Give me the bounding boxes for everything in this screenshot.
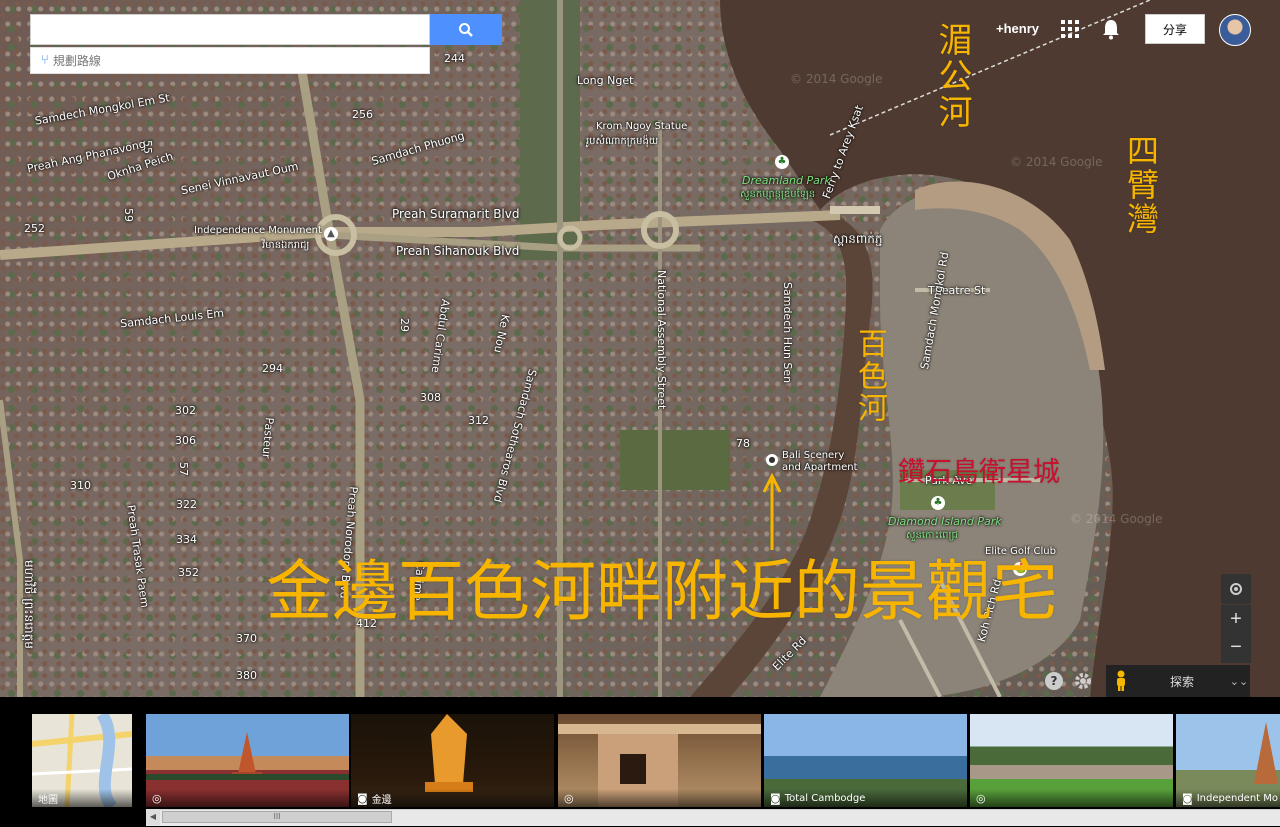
thumb-caption: ◎	[970, 789, 1173, 807]
zoom-in-button[interactable]: +	[1221, 605, 1251, 635]
directions-link[interactable]: ⑂ 規劃路線	[30, 47, 430, 74]
camera-icon: ◙	[357, 791, 368, 805]
search-button[interactable]	[430, 14, 502, 45]
photo-thumbnail[interactable]: ◎	[146, 714, 349, 807]
place-label: Krom Ngoy Statue	[596, 121, 688, 132]
road-label: 322	[176, 498, 197, 511]
watermark: © 2014 Google	[1070, 512, 1163, 526]
road-label: Samdech Hun Sen	[781, 282, 794, 384]
thumb-caption: ◎	[146, 789, 349, 807]
thumb-caption: ◙ 金邊	[351, 789, 554, 807]
place-label: Bali Scenery	[782, 450, 845, 461]
thumb-caption: ◎	[558, 789, 761, 807]
help-icon[interactable]: ?	[1045, 672, 1063, 690]
photo-strip: 地圖 ◎ ◙ 金邊 ◎ ◙ Total Cambodge ◎ ◙ Indepen…	[0, 697, 1280, 827]
photo-thumbnail[interactable]: ◙ 金邊	[351, 714, 554, 807]
road-label: 59	[122, 208, 135, 222]
photo-thumbnail[interactable]: ◎	[558, 714, 761, 807]
place-label: វិមានឯករាជ្យ	[262, 240, 310, 251]
road-label: 370	[236, 632, 257, 645]
road-label: 29	[398, 318, 411, 332]
search-box	[30, 14, 430, 45]
compass-button[interactable]	[1221, 574, 1251, 604]
place-label: Independence Monument	[194, 225, 322, 236]
road-label: 308	[420, 391, 441, 404]
road-label: 256	[352, 108, 373, 121]
thumb-caption: ◙ Independent Mo	[1176, 789, 1280, 807]
road-label: 334	[176, 533, 197, 546]
camera-icon: ◙	[770, 791, 781, 805]
place-label: សួនកម្សាន្តឌ្រីមឡែន	[740, 189, 816, 200]
road-label: មហាវិថី ព្រះនរោត្តម	[22, 560, 36, 649]
search-icon	[459, 22, 473, 37]
road-label: 352	[178, 566, 199, 579]
place-label: រូបសំណាកក្រមង៉ុយ	[586, 136, 659, 147]
road-label: Preah Suramarit Blvd	[392, 207, 520, 221]
thumb-caption: ◙ Total Cambodge	[764, 789, 967, 807]
road-label: 306	[175, 434, 196, 447]
directions-label: 規劃路線	[52, 54, 101, 68]
watermark: © 2014 Google	[1010, 155, 1103, 169]
camera-icon: ◙	[1182, 791, 1193, 805]
place-label: and Apartment	[782, 462, 858, 473]
explore-bar[interactable]: 探索 ⌄⌄	[1106, 665, 1250, 697]
avatar[interactable]	[1219, 14, 1251, 46]
photo-thumbnail[interactable]: ◙ Total Cambodge	[764, 714, 967, 807]
thumb-caption: 地圖	[32, 789, 132, 807]
chevron-down-icon[interactable]: ⌄⌄	[1228, 675, 1250, 688]
search-input[interactable]	[31, 15, 429, 44]
pegman-icon[interactable]	[1106, 665, 1136, 697]
place-label: Long Nget	[577, 74, 634, 87]
road-label: 244	[444, 52, 465, 65]
satellite-map[interactable]: © 2014 Google © 2014 Google © 2014 Googl…	[0, 0, 1280, 697]
road-label: ស្ពានពាក់ភ្ជ	[833, 232, 883, 246]
road-label: National Assembly Street	[655, 270, 668, 410]
photo-thumbnail[interactable]: ◎	[970, 714, 1173, 807]
road-label: 302	[175, 404, 196, 417]
sphere-icon: ◎	[564, 791, 574, 805]
place-label: Dreamland Park	[742, 174, 831, 187]
scrollbar-thumb[interactable]: III	[162, 811, 392, 823]
place-marker-icon[interactable]: ●	[766, 454, 778, 466]
scroll-left-arrow-icon[interactable]: ◀	[146, 809, 160, 825]
place-label: Diamond Island Park	[888, 515, 1002, 528]
share-button[interactable]: 分享	[1145, 14, 1205, 44]
watermark: © 2014 Google	[790, 72, 883, 86]
road-label: 57	[177, 462, 190, 476]
place-label: សួនកោះពេជ្រ	[906, 530, 958, 541]
zoom-out-button[interactable]: −	[1221, 633, 1251, 663]
road-label: 78	[736, 437, 750, 450]
photo-thumbnail[interactable]: ◙ Independent Mo	[1176, 714, 1280, 807]
notification-bell-icon[interactable]	[1101, 18, 1121, 40]
park-icon[interactable]: ♣	[931, 496, 945, 510]
headline-annotation: 金邊百色河畔附近的景觀宅	[266, 553, 1058, 630]
gear-icon[interactable]	[1073, 671, 1093, 691]
sphere-icon: ◎	[152, 791, 162, 805]
bassac-annotation: 百色河	[852, 328, 887, 424]
road-label: 252	[24, 222, 45, 235]
road-label: 294	[262, 362, 283, 375]
road-label: Preah Sihanouk Blvd	[396, 244, 520, 258]
road-label: 310	[70, 479, 91, 492]
four-arms-annotation: 四臂灣	[1122, 134, 1160, 236]
location-icon	[1230, 583, 1242, 595]
monument-icon[interactable]: ▲	[324, 227, 338, 241]
directions-icon: ⑂	[41, 53, 49, 68]
diamond-city-annotation: 鑽石島衛星城	[898, 457, 1060, 488]
road-label: 312	[468, 414, 489, 427]
explore-label: 探索	[1169, 674, 1194, 689]
sphere-icon: ◎	[976, 791, 986, 805]
apps-grid-icon[interactable]	[1061, 20, 1079, 38]
road-label: 380	[236, 669, 257, 682]
user-link[interactable]: +henry	[996, 21, 1039, 36]
park-icon[interactable]: ♣	[775, 155, 789, 169]
map-thumbnail[interactable]: 地圖	[32, 714, 132, 807]
mekong-annotation: 湄公河	[932, 22, 972, 130]
